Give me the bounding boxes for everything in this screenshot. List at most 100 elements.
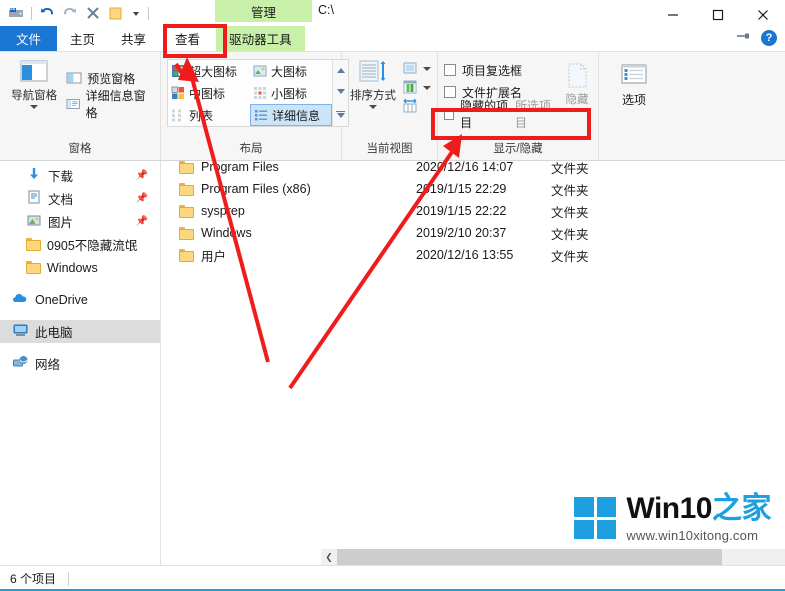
delete-icon[interactable] [85, 5, 101, 21]
chevron-down-icon[interactable] [30, 104, 39, 109]
sidebar-item-downloads[interactable]: 下载 📌 [0, 164, 160, 187]
layout-label: 详细信息 [272, 108, 321, 123]
table-row[interactable]: Program Files 2020/12/16 14:07 文件夹 [161, 161, 785, 178]
sort-by-button[interactable]: 排序方式 [348, 55, 398, 109]
panes-small-buttons: 预览窗格 详细信息窗格 [62, 55, 154, 120]
size-columns-button[interactable] [402, 79, 431, 95]
redo-icon[interactable] [62, 5, 78, 21]
sidebar-item-pictures[interactable]: 图片 📌 [0, 210, 160, 233]
sidebar-item-0905folder[interactable]: 0905不隐藏流氓 [0, 233, 160, 256]
file-date-cell: 2019/2/10 20:37 [416, 226, 507, 240]
file-type-cell: 文件夹 [551, 205, 589, 220]
hidden-items-checkbox[interactable] [444, 108, 455, 120]
navigation-pane-label: 导航窗格 [11, 90, 58, 102]
status-divider [68, 571, 70, 586]
sidebar-item-documents[interactable]: 文档 📌 [0, 187, 160, 210]
layout-gallery: 超大图标 大图标 中图标 小图标 列表 详细信息 [167, 59, 349, 127]
pin-ribbon-icon[interactable] [735, 28, 751, 47]
pin-icon[interactable]: 📌 [136, 170, 148, 181]
options-label: 选项 [621, 93, 646, 107]
horizontal-scrollbar[interactable]: ❮ [321, 549, 785, 565]
group-layout: 超大图标 大图标 中图标 小图标 列表 详细信息 布局 [161, 52, 349, 160]
sidebar-item-windows[interactable]: Windows [0, 256, 160, 279]
undo-icon[interactable] [39, 5, 55, 21]
window-title: C:\ [318, 3, 334, 17]
table-row[interactable]: sysprep 2019/1/15 22:22 文件夹 [161, 200, 785, 222]
file-date-cell: 2019/1/15 22:29 [416, 182, 507, 196]
file-extensions-checkbox[interactable] [444, 86, 456, 98]
watermark-url: www.win10xitong.com [626, 528, 759, 543]
this-pc-icon [12, 322, 29, 341]
tab-share[interactable]: 共享 [108, 26, 159, 51]
file-name-cell: 用户 [161, 246, 416, 265]
ribbon-panel: 导航窗格 预览窗格 详细信息窗格 窗格 超大图标 大图标 中图标 小图标 列表 … [0, 51, 785, 161]
scrollbar-thumb[interactable] [337, 549, 722, 565]
hidden-items-label: 隐藏的项目 [460, 99, 509, 130]
tab-drive-tools[interactable]: 驱动器工具 [216, 26, 305, 51]
details-pane-button[interactable]: 详细信息窗格 [62, 89, 154, 120]
title-bar: 管理 C:\ [0, 0, 785, 26]
layout-details[interactable]: 详细信息 [250, 104, 332, 126]
folder-icon [26, 261, 41, 274]
sidebar-item-this-pc[interactable]: 此电脑 [0, 320, 160, 343]
table-row[interactable]: 用户 2020/12/16 13:55 文件夹 [161, 244, 785, 266]
qat-dropdown-icon[interactable] [131, 5, 141, 21]
add-columns-button[interactable] [402, 60, 431, 76]
chevron-down-icon[interactable] [423, 86, 431, 90]
folder-icon [179, 248, 194, 262]
layout-medium-icons[interactable]: 中图标 [168, 82, 250, 104]
options-button[interactable]: 选项 [605, 55, 663, 108]
show-hide-checkboxes: 项目复选框 文件扩展名 隐藏的项目 所选项目 [444, 59, 554, 130]
layout-small-icons[interactable]: 小图标 [250, 82, 332, 104]
hide-selected-button[interactable]: 隐藏 [562, 59, 592, 107]
tab-view[interactable]: 查看 [159, 26, 217, 51]
ribbon-tab-strip: 文件 主页 共享 查看 驱动器工具 ? [0, 26, 785, 51]
pin-icon[interactable]: 📌 [136, 216, 148, 227]
watermark-text: Win10之家 www.win10xitong.com [626, 492, 771, 544]
sort-by-label: 排序方式 [350, 90, 396, 102]
file-name-cell: Windows [161, 226, 416, 240]
watermark-brand-en: Win10 [626, 492, 712, 525]
file-name-label: 用户 [201, 249, 227, 264]
item-checkboxes-row[interactable]: 项目复选框 [444, 59, 554, 81]
tab-home[interactable]: 主页 [57, 26, 108, 51]
folder-icon[interactable] [108, 5, 124, 21]
file-name-cell: sysprep [161, 204, 416, 218]
group-panes: 导航窗格 预览窗格 详细信息窗格 窗格 [0, 52, 161, 160]
layout-list[interactable]: 列表 [168, 104, 250, 126]
sidebar-item-onedrive[interactable]: OneDrive [0, 288, 160, 311]
sidebar-item-label: 此电脑 [35, 326, 73, 340]
item-checkboxes-label: 项目复选框 [462, 63, 523, 78]
table-row[interactable]: Windows 2019/2/10 20:37 文件夹 [161, 222, 785, 244]
hide-selected-items-label[interactable]: 所选项目 [515, 97, 554, 131]
drive-icon[interactable] [8, 5, 24, 21]
sidebar-item-label: OneDrive [35, 292, 88, 307]
layout-gallery-items: 超大图标 大图标 中图标 小图标 列表 详细信息 [168, 60, 332, 126]
file-name-cell: Program Files [161, 161, 416, 174]
chevron-down-icon[interactable] [369, 104, 377, 109]
layout-large-icons[interactable]: 大图标 [250, 60, 332, 82]
fit-columns-button[interactable] [402, 98, 431, 114]
sidebar-item-network[interactable]: 网络 [0, 352, 160, 375]
contextual-tab-banner: 管理 [215, 0, 312, 22]
group-options-title [599, 156, 669, 160]
table-row[interactable]: Program Files (x86) 2019/1/15 22:29 文件夹 [161, 178, 785, 200]
item-checkboxes-checkbox[interactable] [444, 64, 456, 76]
qat-divider-2 [148, 6, 149, 20]
group-current-view-title: 当前视图 [366, 143, 413, 155]
layout-label: 大图标 [271, 64, 308, 79]
navigation-pane-button[interactable]: 导航窗格 [6, 55, 62, 109]
sidebar-item-label: 图片 [48, 216, 74, 230]
layout-label: 列表 [189, 108, 214, 123]
pin-icon[interactable]: 📌 [136, 193, 148, 204]
help-icon[interactable]: ? [761, 29, 777, 46]
scroll-left-button[interactable]: ❮ [321, 549, 337, 565]
chevron-down-icon[interactable] [423, 67, 431, 71]
sidebar-item-label: 下载 [48, 170, 74, 184]
layout-extra-large-icons[interactable]: 超大图标 [168, 60, 250, 82]
tab-file[interactable]: 文件 [0, 26, 58, 51]
group-current-view: 排序方式 当前视图 [342, 52, 438, 160]
file-type-cell: 文件夹 [551, 183, 589, 198]
hidden-items-row[interactable]: 隐藏的项目 所选项目 [444, 99, 554, 130]
scrollbar-track[interactable] [722, 549, 785, 565]
